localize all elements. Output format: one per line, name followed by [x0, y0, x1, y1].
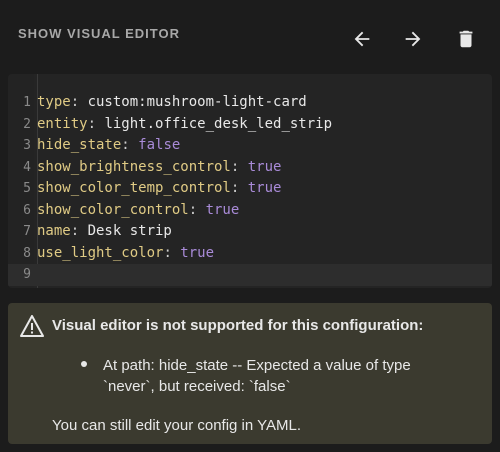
trash-icon: [459, 30, 473, 48]
code-line[interactable]: 2 entity: light.office_desk_led_strip: [8, 114, 492, 136]
yaml-separator: :: [70, 94, 88, 110]
code-text[interactable]: type: custom:mushroom-light-card: [37, 92, 307, 114]
arrow-right-icon: [405, 31, 421, 47]
yaml-key: use_light_color: [37, 244, 164, 261]
yaml-value: Desk strip: [87, 223, 172, 239]
warning-footer: You can still edit your config in YAML.: [52, 417, 302, 434]
editor-toolbar: SHOW VISUAL EDITOR: [0, 0, 500, 72]
warning-alert: Visual editor is not supported for this …: [8, 303, 492, 444]
line-number: 4: [23, 159, 31, 175]
yaml-separator: :: [121, 137, 139, 153]
yaml-separator: :: [163, 244, 181, 261]
code-text[interactable]: show_color_control: true: [37, 200, 239, 222]
code-lines[interactable]: 1 type: custom:mushroom-light-card 2 entity…: [8, 92, 492, 286]
code-text[interactable]: name: Desk strip: [37, 221, 172, 243]
yaml-key: name: [37, 223, 71, 239]
yaml-value: custom:mushroom-light-card: [87, 94, 307, 110]
yaml-value: false: [138, 137, 181, 153]
bullet-point: [81, 356, 89, 367]
line-number: 1: [23, 95, 31, 110]
code-line[interactable]: 6 show_color_control: true: [8, 200, 492, 222]
line-number: 9: [23, 267, 31, 282]
yaml-key: type: [37, 94, 71, 110]
line-number: 8: [23, 245, 31, 261]
yaml-separator: :: [87, 115, 105, 132]
code-line[interactable]: 7 name: Desk strip: [8, 221, 492, 243]
warning-item: At path: hide_state -- Expected a value …: [103, 357, 411, 395]
line-number: 7: [23, 224, 31, 239]
yaml-separator: :: [70, 223, 88, 239]
code-text[interactable]: show_color_temp_control: true: [37, 178, 281, 200]
yaml-key: show_color_temp_control: [37, 180, 231, 196]
alert-triangle-icon: [20, 315, 44, 342]
code-line[interactable]: 5 show_color_temp_control: true: [8, 178, 492, 200]
yaml-key: show_color_control: [37, 201, 189, 218]
code-line[interactable]: 9: [8, 264, 492, 286]
yaml-code-editor[interactable]: 1 type: custom:mushroom-light-card 2 entity…: [8, 74, 492, 288]
code-line[interactable]: 3 hide_state: false: [8, 135, 492, 157]
line-number: 3: [23, 138, 31, 153]
code-text[interactable]: show_brightness_control: true: [37, 157, 281, 179]
redo-button[interactable]: [396, 22, 430, 56]
code-line[interactable]: 1 type: custom:mushroom-light-card: [8, 92, 492, 114]
show-visual-editor-button[interactable]: SHOW VISUAL EDITOR: [18, 26, 180, 41]
line-number: 5: [23, 181, 31, 196]
code-line[interactable]: 8 use_light_color: true: [8, 243, 492, 265]
yaml-value: true: [247, 158, 282, 175]
yaml-key: hide_state: [37, 137, 122, 153]
yaml-key: show_brightness_control: [37, 158, 231, 175]
code-text[interactable]: entity: light.office_desk_led_strip: [37, 114, 332, 136]
delete-button[interactable]: [449, 22, 483, 56]
yaml-value: light.office_desk_led_strip: [104, 115, 333, 132]
yaml-value: true: [247, 180, 282, 196]
line-number: 6: [23, 202, 31, 218]
undo-button[interactable]: [345, 22, 379, 56]
yaml-separator: :: [230, 180, 248, 196]
code-text[interactable]: hide_state: false: [37, 135, 180, 157]
arrow-left-icon: [354, 31, 370, 47]
line-number: 2: [23, 116, 31, 132]
yaml-separator: :: [230, 158, 248, 175]
yaml-value: true: [205, 201, 240, 218]
code-line[interactable]: 4 show_brightness_control: true: [8, 157, 492, 179]
code-text[interactable]: use_light_color: true: [37, 243, 214, 265]
warning-title: Visual editor is not supported for this …: [52, 317, 424, 334]
yaml-value: true: [180, 244, 215, 261]
yaml-key: entity: [37, 115, 88, 132]
yaml-separator: :: [188, 201, 206, 218]
